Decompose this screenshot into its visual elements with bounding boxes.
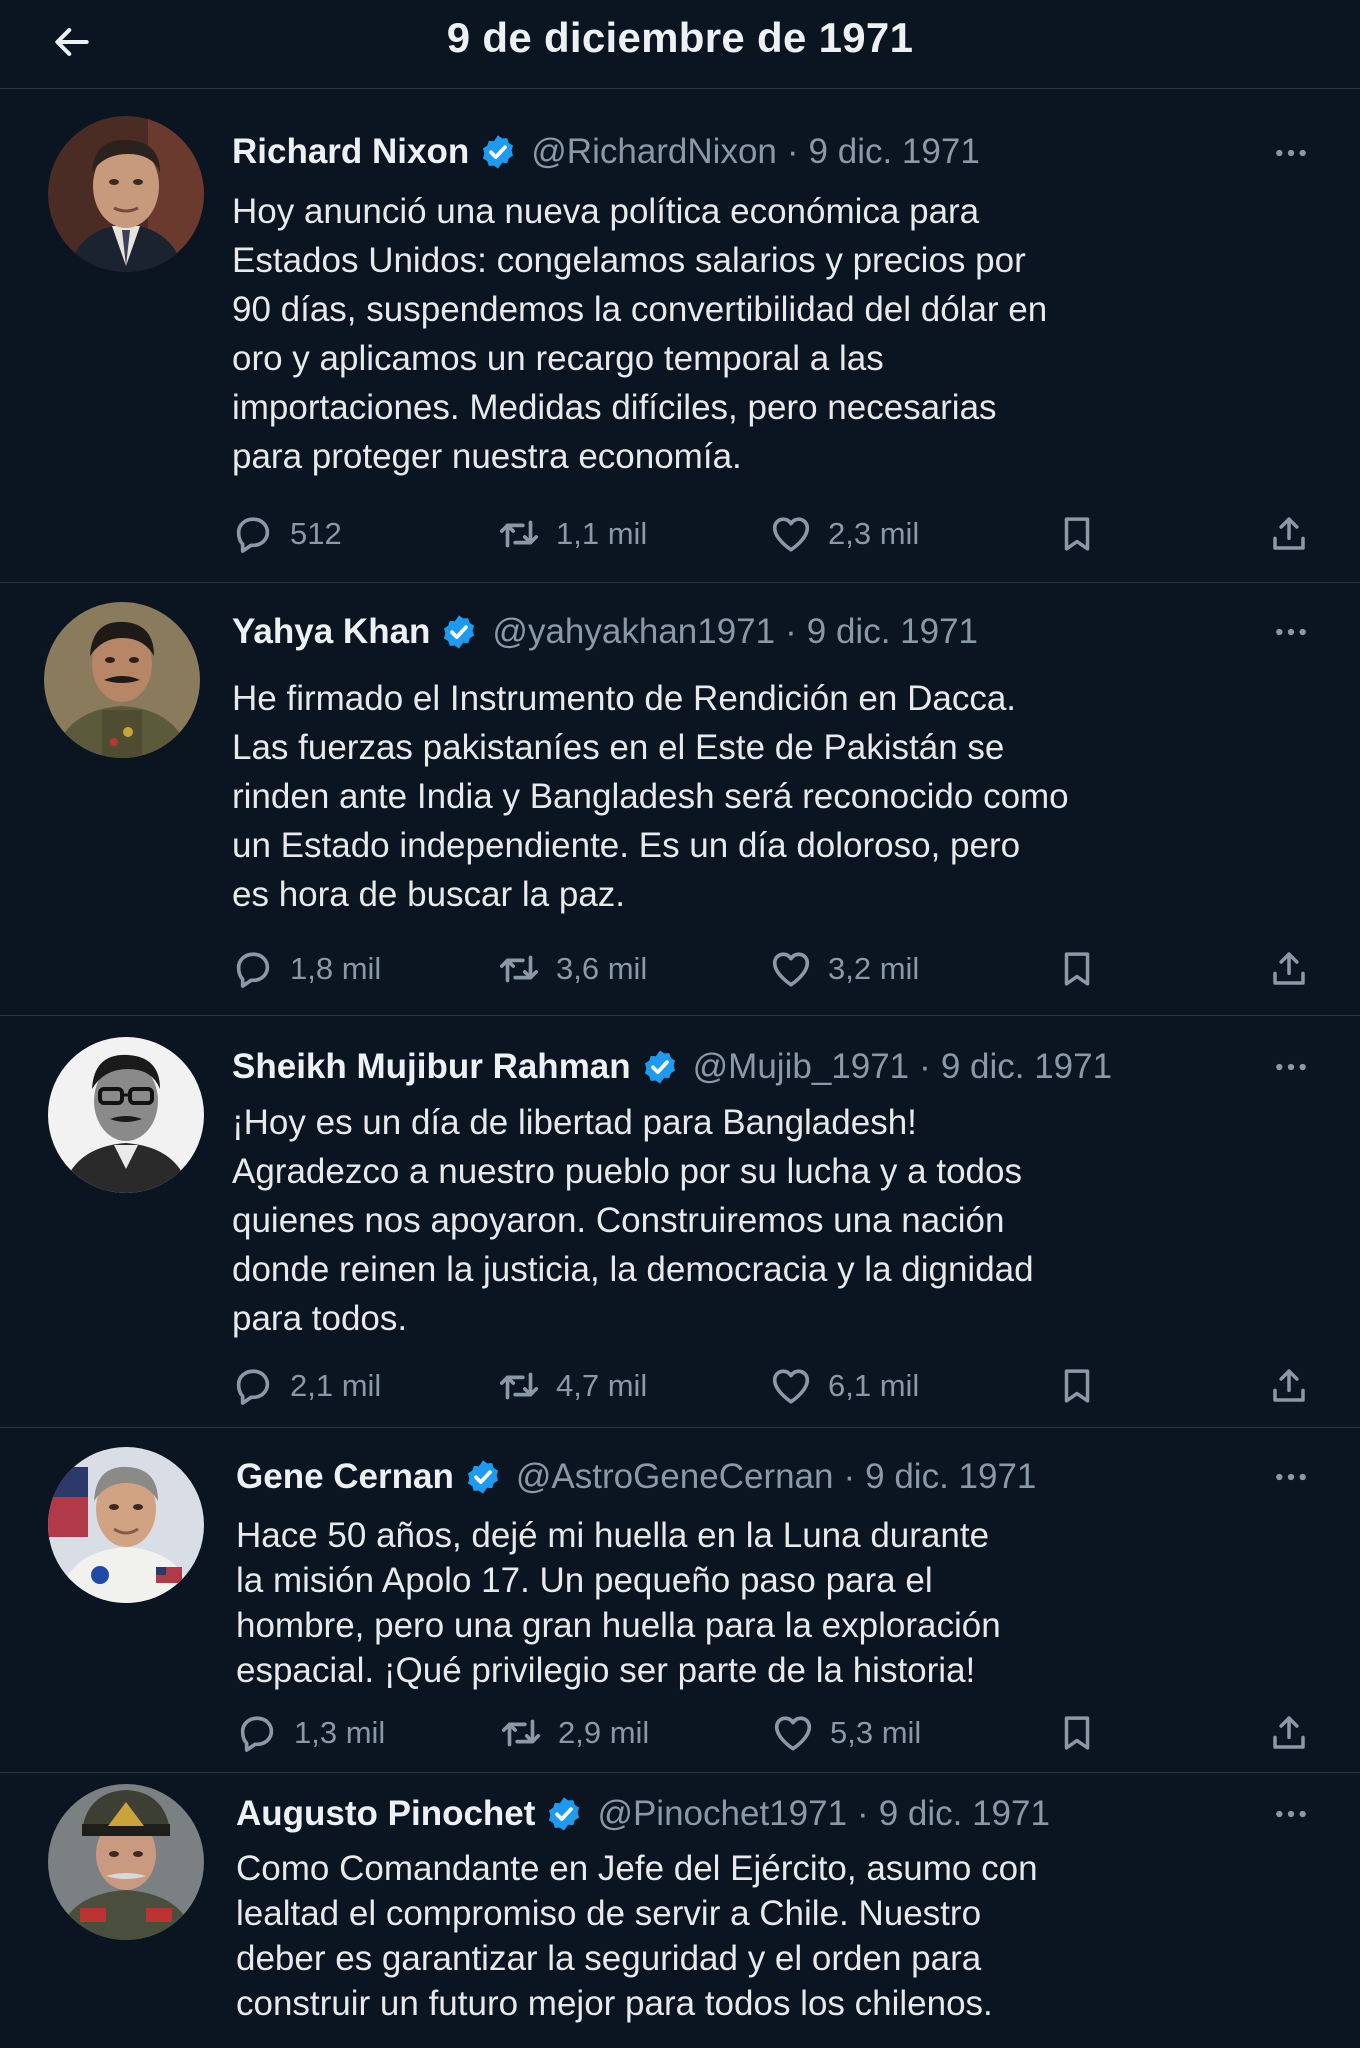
- share-icon[interactable]: [1265, 510, 1313, 558]
- tweet-date[interactable]: 9 dic. 1971: [879, 1794, 1050, 1834]
- avatar[interactable]: [48, 1037, 204, 1193]
- bookmark-icon[interactable]: [1053, 945, 1101, 993]
- author-name[interactable]: Yahya Khan: [232, 612, 430, 652]
- more-options-icon[interactable]: [1266, 1457, 1316, 1497]
- bookmark-icon[interactable]: [1053, 1362, 1101, 1410]
- verified-badge-icon: [641, 1048, 679, 1086]
- bookmark-icon[interactable]: [1053, 510, 1101, 558]
- reply-button[interactable]: 1,3 mil: [234, 1705, 385, 1761]
- tweet-date[interactable]: 9 dic. 1971: [809, 132, 980, 172]
- author-handle[interactable]: @AstroGeneCernan: [516, 1457, 834, 1497]
- tweet-text: ¡Hoy es un día de libertad para Banglade…: [232, 1103, 1034, 1338]
- avatar[interactable]: [48, 1784, 204, 1940]
- retweet-count: 4,7 mil: [556, 1368, 648, 1403]
- avatar[interactable]: [48, 116, 204, 272]
- tweet-text: Hoy anunció una nueva política económica…: [232, 192, 1048, 476]
- author-handle[interactable]: @Pinochet1971: [597, 1794, 847, 1834]
- more-options-icon[interactable]: [1266, 1047, 1316, 1087]
- like-count: 3,2 mil: [828, 951, 920, 986]
- tweet-header: Richard Nixon @RichardNixon · 9 dic. 197…: [232, 130, 980, 174]
- author-name[interactable]: Sheikh Mujibur Rahman: [232, 1047, 631, 1087]
- retweet-button[interactable]: 1,1 mil: [496, 506, 647, 562]
- top-bar: 9 de diciembre de 1971: [0, 0, 1360, 89]
- tweet-header: Yahya Khan @yahyakhan1971 · 9 dic. 1971: [232, 610, 978, 654]
- tweet-text: Como Comandante en Jefe del Ejército, as…: [236, 1849, 1038, 2023]
- author-name[interactable]: Gene Cernan: [236, 1457, 454, 1497]
- retweet-count: 1,1 mil: [556, 516, 648, 551]
- avatar[interactable]: [44, 602, 200, 758]
- separator-dot: ·: [843, 1457, 856, 1496]
- tweet-actions: 1,3 mil 2,9 mil 5,3 mil: [0, 1705, 1360, 1761]
- retweet-count: 2,9 mil: [558, 1715, 650, 1750]
- separator-dot: ·: [857, 1794, 869, 1833]
- tweet-actions: 1,8 mil 3,6 mil 3,2 mil: [0, 941, 1360, 997]
- tweet-card[interactable]: Gene Cernan @AstroGeneCernan · 9 dic. 19…: [0, 1427, 1360, 1773]
- like-count: 6,1 mil: [828, 1368, 920, 1403]
- share-icon[interactable]: [1265, 945, 1313, 993]
- verified-badge-icon: [479, 133, 517, 171]
- like-button[interactable]: 3,2 mil: [768, 941, 919, 997]
- tweet-text: Hace 50 años, dejé mi huella en la Luna …: [236, 1516, 1001, 1690]
- retweet-button[interactable]: 4,7 mil: [496, 1358, 647, 1414]
- tweet-text: He firmado el Instrumento de Rendición e…: [232, 679, 1069, 914]
- author-handle[interactable]: @RichardNixon: [531, 132, 777, 172]
- verified-badge-icon: [545, 1795, 583, 1833]
- verified-badge-icon: [440, 613, 478, 651]
- author-handle[interactable]: @yahyakhan1971: [492, 612, 775, 652]
- share-icon[interactable]: [1265, 1362, 1313, 1410]
- separator-dot: ·: [785, 612, 797, 651]
- tweet-date[interactable]: 9 dic. 1971: [941, 1047, 1112, 1087]
- tweet-card[interactable]: Yahya Khan @yahyakhan1971 · 9 dic. 1971 …: [0, 582, 1360, 1016]
- retweet-button[interactable]: 3,6 mil: [496, 941, 647, 997]
- reply-button[interactable]: 1,8 mil: [230, 941, 381, 997]
- tweet-card[interactable]: Augusto Pinochet @Pinochet1971 · 9 dic. …: [0, 1772, 1360, 2048]
- like-count: 5,3 mil: [830, 1715, 922, 1750]
- like-button[interactable]: 5,3 mil: [770, 1705, 921, 1761]
- tweet-date[interactable]: 9 dic. 1971: [865, 1457, 1036, 1497]
- retweet-count: 3,6 mil: [556, 951, 648, 986]
- reply-button[interactable]: 512: [230, 506, 342, 562]
- tweet-date[interactable]: 9 dic. 1971: [807, 612, 978, 652]
- tweet-actions: 512 1,1 mil 2,3 mil: [0, 506, 1360, 562]
- author-name[interactable]: Augusto Pinochet: [236, 1794, 535, 1834]
- verified-badge-icon: [464, 1458, 502, 1496]
- share-icon[interactable]: [1265, 1709, 1313, 1757]
- more-options-icon[interactable]: [1266, 133, 1316, 173]
- avatar[interactable]: [48, 1447, 204, 1603]
- tweet-header: Gene Cernan @AstroGeneCernan · 9 dic. 19…: [236, 1455, 1036, 1499]
- like-count: 2,3 mil: [828, 516, 920, 551]
- reply-count: 512: [290, 516, 342, 551]
- author-handle[interactable]: @Mujib_1971: [693, 1047, 910, 1087]
- reply-count: 1,3 mil: [294, 1715, 386, 1750]
- bookmark-icon[interactable]: [1053, 1709, 1101, 1757]
- author-name[interactable]: Richard Nixon: [232, 132, 469, 172]
- reply-count: 1,8 mil: [290, 951, 382, 986]
- separator-dot: ·: [786, 132, 799, 171]
- more-options-icon[interactable]: [1266, 1794, 1316, 1834]
- tweet-header: Sheikh Mujibur Rahman @Mujib_1971 · 9 di…: [232, 1045, 1112, 1089]
- like-button[interactable]: 2,3 mil: [768, 506, 919, 562]
- reply-button[interactable]: 2,1 mil: [230, 1358, 381, 1414]
- reply-count: 2,1 mil: [290, 1368, 382, 1403]
- tweet-header: Augusto Pinochet @Pinochet1971 · 9 dic. …: [236, 1792, 1050, 1836]
- like-button[interactable]: 6,1 mil: [768, 1358, 919, 1414]
- retweet-button[interactable]: 2,9 mil: [498, 1705, 649, 1761]
- separator-dot: ·: [919, 1047, 931, 1086]
- tweet-actions: 2,1 mil 4,7 mil 6,1 mil: [0, 1358, 1360, 1414]
- tweet-card[interactable]: Sheikh Mujibur Rahman @Mujib_1971 · 9 di…: [0, 1015, 1360, 1428]
- tweet-card[interactable]: Richard Nixon @RichardNixon · 9 dic. 197…: [0, 89, 1360, 583]
- page-title: 9 de diciembre de 1971: [446, 14, 914, 61]
- more-options-icon[interactable]: [1266, 612, 1316, 652]
